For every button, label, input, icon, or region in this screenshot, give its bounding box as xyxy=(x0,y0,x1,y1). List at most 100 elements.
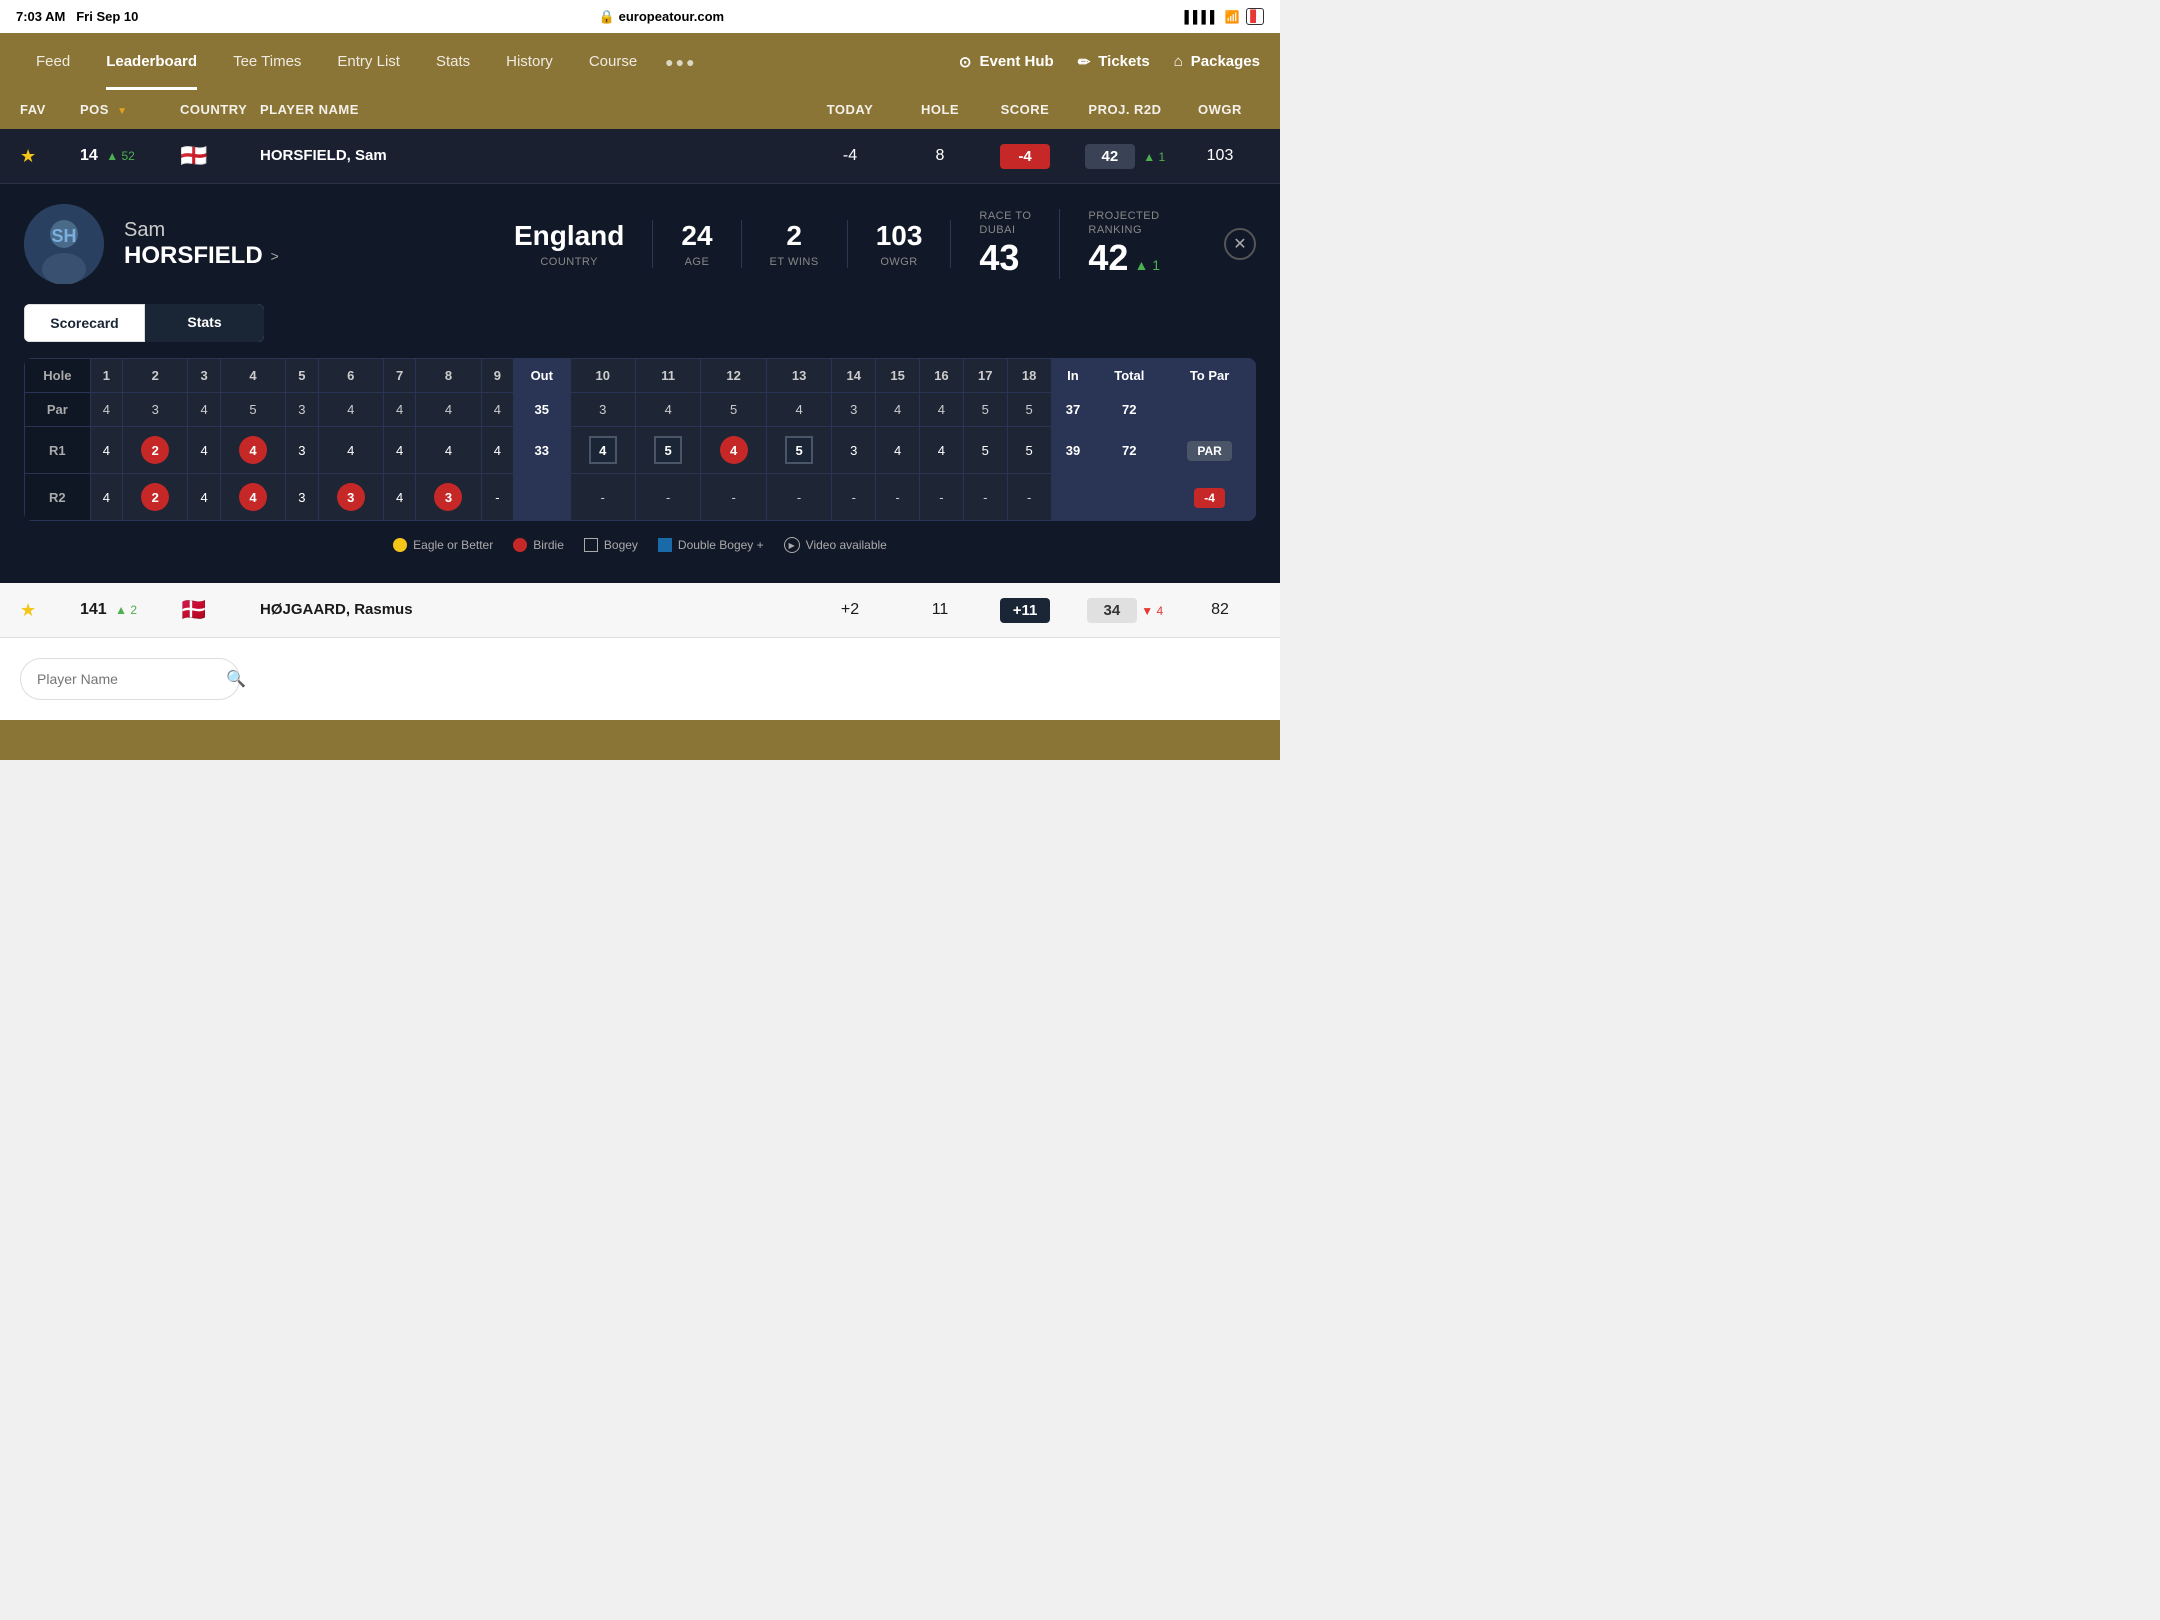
stat-country: England COUNTRY xyxy=(486,220,653,268)
horsfield-profile-link[interactable]: > xyxy=(271,248,279,264)
nav-event-hub[interactable]: ⊙ Event Hub xyxy=(959,53,1054,71)
hojgaard-fav[interactable]: ★ xyxy=(20,600,80,621)
r2-14: - xyxy=(832,474,876,521)
r2-4: 4 xyxy=(220,474,285,521)
par-4: 5 xyxy=(220,393,285,427)
par-2: 3 xyxy=(123,393,188,427)
horsfield-today: -4 xyxy=(800,147,900,165)
horsfield-row[interactable]: ★ 14 ▲ 52 🏴󠁧󠁢󠁥󠁮󠁧󠁿 HORSFIELD, Sam -4 8 -4… xyxy=(0,129,1280,184)
hole-total: Total xyxy=(1095,359,1164,393)
nav-course[interactable]: Course xyxy=(573,33,653,90)
r2-13: - xyxy=(766,474,831,521)
header-owgr: OWGR xyxy=(1180,102,1260,117)
hole-12: 12 xyxy=(701,359,766,393)
par-9: 4 xyxy=(481,393,513,427)
r1-17: 5 xyxy=(963,427,1007,474)
r2-6: 3 xyxy=(318,474,383,521)
r2-17: - xyxy=(963,474,1007,521)
horsfield-pos: 14 ▲ 52 xyxy=(80,147,180,165)
nav-entry-list[interactable]: Entry List xyxy=(321,33,416,90)
hole-17: 17 xyxy=(963,359,1007,393)
par-18: 5 xyxy=(1007,393,1051,427)
scorecard-legend: Eagle or Better Birdie Bogey Double Boge… xyxy=(24,537,1256,553)
r2-10: - xyxy=(570,474,635,521)
r1-to-par: PAR xyxy=(1164,427,1256,474)
hole-3: 3 xyxy=(188,359,220,393)
nav-history[interactable]: History xyxy=(490,33,569,90)
stat-race-to-dubai: RACE TODUBAI 43 xyxy=(951,209,1060,280)
svg-text:SH: SH xyxy=(51,226,76,246)
r2-3: 4 xyxy=(188,474,220,521)
tab-stats[interactable]: Stats xyxy=(145,304,264,342)
nav-packages[interactable]: ⌂ Packages xyxy=(1174,53,1260,70)
header-pos[interactable]: Pos ▼ xyxy=(80,102,180,117)
nav-leaderboard[interactable]: Leaderboard xyxy=(90,33,213,90)
hojgaard-flag: 🇩🇰 xyxy=(180,597,207,622)
hole-16: 16 xyxy=(920,359,964,393)
status-icons: ▌▌▌▌ 📶 ▋ xyxy=(1185,8,1264,25)
horsfield-pos-change: ▲ 52 xyxy=(106,149,135,163)
r1-11: 5 xyxy=(635,427,700,474)
horsfield-expanded-panel: SH Sam HORSFIELD > England COUNTRY 24 AG… xyxy=(0,184,1280,583)
r1-13: 5 xyxy=(766,427,831,474)
par-3: 4 xyxy=(188,393,220,427)
hojgaard-proj: 34 ▼ 4 xyxy=(1070,598,1180,623)
close-expanded-button[interactable]: ✕ xyxy=(1224,228,1256,260)
nav-more-dots[interactable]: ●●● xyxy=(665,54,696,70)
horsfield-profile-name: Sam HORSFIELD > xyxy=(124,219,279,270)
r2-label: R2 xyxy=(25,474,91,521)
status-time: 7:03 AM Fri Sep 10 xyxy=(16,9,138,24)
r2-out xyxy=(514,474,570,521)
legend-bogey: Bogey xyxy=(584,538,638,552)
hole-4: 4 xyxy=(220,359,285,393)
header-proj-r2d: Proj. R2D xyxy=(1070,102,1180,117)
horsfield-flag: 🏴󠁧󠁢󠁥󠁮󠁧󠁿 xyxy=(180,143,207,168)
hojgaard-score: +11 xyxy=(980,598,1070,623)
bottom-gold-bar xyxy=(0,720,1280,760)
search-input[interactable] xyxy=(37,671,218,687)
hojgaard-star[interactable]: ★ xyxy=(20,600,36,620)
event-hub-icon: ⊙ xyxy=(959,53,972,71)
header-hole: Hole xyxy=(900,102,980,117)
hole-2: 2 xyxy=(123,359,188,393)
packages-icon: ⌂ xyxy=(1174,53,1183,70)
hojgaard-pos: 141 ▲ 2 xyxy=(80,601,180,619)
r2-1: 4 xyxy=(90,474,122,521)
hole-7: 7 xyxy=(383,359,415,393)
nav-bar: Feed Leaderboard Tee Times Entry List St… xyxy=(0,33,1280,90)
r1-9: 4 xyxy=(481,427,513,474)
hojgaard-today: +2 xyxy=(800,601,900,619)
tab-scorecard[interactable]: Scorecard xyxy=(24,304,145,342)
r2-total xyxy=(1095,474,1164,521)
par-13: 4 xyxy=(766,393,831,427)
nav-stats[interactable]: Stats xyxy=(420,33,486,90)
hojgaard-row[interactable]: ★ 141 ▲ 2 🇩🇰 HØJGAARD, Rasmus +2 11 +11 … xyxy=(0,583,1280,638)
status-url: 🔒 europeatour.com xyxy=(599,9,724,25)
nav-tee-times[interactable]: Tee Times xyxy=(217,33,317,90)
hojgaard-pos-change: ▲ 2 xyxy=(115,603,137,617)
r2-11: - xyxy=(635,474,700,521)
r2-16: - xyxy=(920,474,964,521)
r1-6: 4 xyxy=(318,427,383,474)
hole-10: 10 xyxy=(570,359,635,393)
hole-9: 9 xyxy=(481,359,513,393)
header-today: Today xyxy=(800,102,900,117)
search-input-wrap[interactable]: 🔍 xyxy=(20,658,240,700)
par-in: 37 xyxy=(1051,393,1095,427)
legend-double-bogey: Double Bogey + xyxy=(658,538,764,552)
r2-to-par: -4 xyxy=(1164,474,1256,521)
nav-tickets[interactable]: ✏ Tickets xyxy=(1078,53,1150,71)
stat-owgr: 103 OWGR xyxy=(848,220,952,268)
search-bar: 🔍 xyxy=(0,638,1280,720)
search-icon[interactable]: 🔍 xyxy=(226,669,246,689)
horsfield-star[interactable]: ★ xyxy=(20,146,36,166)
r1-7: 4 xyxy=(383,427,415,474)
horsfield-fav[interactable]: ★ xyxy=(20,146,80,167)
par-15: 4 xyxy=(876,393,920,427)
legend-birdie: Birdie xyxy=(513,538,564,552)
nav-feed[interactable]: Feed xyxy=(20,33,86,90)
hole-15: 15 xyxy=(876,359,920,393)
horsfield-profile: SH Sam HORSFIELD > England COUNTRY 24 AG… xyxy=(24,204,1256,284)
r1-label: R1 xyxy=(25,427,91,474)
r2-in xyxy=(1051,474,1095,521)
